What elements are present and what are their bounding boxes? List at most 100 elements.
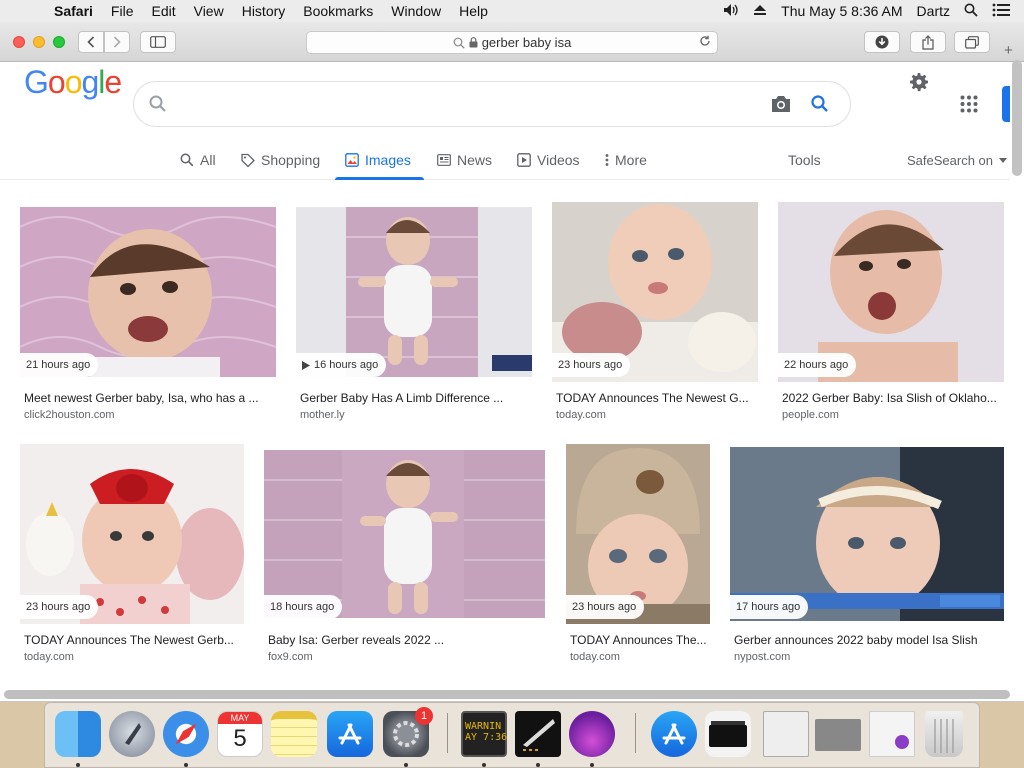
volume-icon[interactable]: [723, 3, 739, 20]
result-title[interactable]: Gerber announces 2022 baby model Isa Sli…: [734, 633, 1004, 647]
tab-more[interactable]: More: [605, 150, 647, 170]
menu-view[interactable]: View: [194, 3, 224, 19]
tabs-overview-button[interactable]: [954, 31, 990, 53]
sidebar-button[interactable]: [140, 31, 176, 53]
safari-window: gerber baby isa + Google All Shopping Im…: [0, 22, 1024, 702]
result-title[interactable]: TODAY Announces The...: [570, 633, 710, 647]
zoom-window-button[interactable]: [53, 36, 65, 48]
back-button[interactable]: [78, 31, 104, 53]
minimize-window-button[interactable]: [33, 36, 45, 48]
result-title[interactable]: TODAY Announces The Newest G...: [556, 391, 756, 405]
menu-window[interactable]: Window: [391, 3, 441, 19]
console-icon[interactable]: WARNIN AY 7:36: [461, 711, 507, 757]
menu-file[interactable]: File: [111, 3, 134, 19]
trash-icon[interactable]: [925, 711, 963, 757]
time-badge: 22 hours ago: [778, 353, 857, 377]
spotlight-icon[interactable]: [964, 3, 978, 20]
dock-separator: [447, 713, 448, 753]
dock-separator: [635, 713, 636, 753]
result-thumbnail[interactable]: [296, 207, 532, 377]
result-source[interactable]: today.com: [556, 409, 606, 421]
close-window-button[interactable]: [13, 36, 25, 48]
calendar-icon[interactable]: MAY 5: [217, 711, 263, 757]
result-source[interactable]: people.com: [782, 409, 839, 421]
newspaper-icon: [437, 154, 451, 166]
time-badge: 21 hours ago: [20, 353, 99, 377]
search-input[interactable]: [133, 81, 851, 127]
launchpad-icon[interactable]: [109, 711, 155, 757]
image-stack-icon[interactable]: [869, 711, 915, 757]
result-source[interactable]: today.com: [24, 651, 74, 663]
finder-icon[interactable]: [55, 711, 101, 757]
running-indicator: [536, 763, 540, 767]
menu-app-safari[interactable]: Safari: [54, 3, 93, 19]
result-source[interactable]: nypost.com: [734, 651, 790, 663]
result-title[interactable]: Gerber Baby Has A Limb Difference ...: [300, 391, 532, 405]
notes-icon[interactable]: [271, 711, 317, 757]
reload-icon[interactable]: [699, 35, 711, 50]
result-title[interactable]: TODAY Announces The Newest Gerb...: [24, 633, 244, 647]
user-name[interactable]: Dartz: [917, 3, 950, 19]
time-badge: 16 hours ago: [296, 353, 387, 377]
sign-in-button[interactable]: [1002, 86, 1010, 122]
tag-icon: [241, 153, 255, 167]
more-vertical-icon: [605, 154, 609, 166]
tab-videos[interactable]: Videos: [517, 150, 580, 170]
tabs-icon: [965, 35, 979, 49]
new-tab-plus-icon[interactable]: +: [1004, 42, 1013, 59]
running-indicator: [184, 763, 188, 767]
address-bar[interactable]: gerber baby isa: [306, 31, 718, 54]
notification-center-icon[interactable]: [992, 3, 1010, 20]
running-indicator: [76, 763, 80, 767]
tab-all[interactable]: All: [180, 150, 216, 170]
result-source[interactable]: fox9.com: [268, 651, 313, 663]
vertical-scrollbar[interactable]: [1012, 60, 1022, 176]
screenshot-stack-icon[interactable]: [815, 719, 861, 751]
script-editor-icon[interactable]: [515, 711, 561, 757]
result-source[interactable]: mother.ly: [300, 409, 345, 421]
tools-button[interactable]: Tools: [788, 150, 821, 170]
chevron-left-icon: [87, 36, 95, 48]
share-button[interactable]: [910, 31, 946, 53]
search-tabs: All Shopping Images News Videos More Too…: [0, 140, 1010, 180]
address-text: gerber baby isa: [481, 35, 572, 50]
google-logo[interactable]: Google: [24, 64, 122, 101]
result-thumbnail[interactable]: [264, 450, 545, 618]
share-icon: [922, 34, 934, 50]
menu-help[interactable]: Help: [459, 3, 488, 19]
menu-history[interactable]: History: [242, 3, 286, 19]
safari-icon[interactable]: [163, 711, 209, 757]
result-title[interactable]: 2022 Gerber Baby: Isa Slish of Oklaho...: [782, 391, 1002, 405]
horizontal-scrollbar[interactable]: [4, 690, 1010, 699]
eject-icon[interactable]: [753, 3, 767, 19]
document-stack-icon[interactable]: [763, 711, 809, 757]
google-apps-grid-icon[interactable]: [960, 95, 978, 113]
safesearch-toggle[interactable]: SafeSearch on: [907, 150, 1008, 170]
chevron-right-icon: [113, 36, 121, 48]
menu-bookmarks[interactable]: Bookmarks: [303, 3, 373, 19]
clock-text[interactable]: Thu May 5 8:36 AM: [781, 3, 902, 19]
active-tab-indicator: [335, 177, 424, 180]
installer-icon[interactable]: [569, 711, 615, 757]
app-store-icon[interactable]: [327, 711, 373, 757]
settings-gear-icon[interactable]: [907, 70, 931, 94]
app-store-download-icon[interactable]: [651, 711, 697, 757]
result-source[interactable]: click2houston.com: [24, 409, 115, 421]
result-title[interactable]: Meet newest Gerber baby, Isa, who has a …: [24, 391, 274, 405]
downloads-button[interactable]: [864, 31, 900, 53]
result-source[interactable]: today.com: [570, 651, 620, 663]
result-title[interactable]: Baby Isa: Gerber reveals 2022 ...: [268, 633, 544, 647]
notification-badge: 1: [415, 707, 433, 725]
tab-shopping[interactable]: Shopping: [241, 150, 320, 170]
forward-button[interactable]: [104, 31, 130, 53]
menu-edit[interactable]: Edit: [151, 3, 175, 19]
search-submit-icon[interactable]: [810, 94, 830, 114]
lock-icon: [469, 37, 478, 48]
tab-images[interactable]: Images: [345, 150, 411, 170]
folder-stack-icon[interactable]: [705, 711, 751, 757]
camera-icon[interactable]: [770, 94, 792, 114]
dock: MAY 5 1 WARNIN AY 7:36: [44, 702, 980, 768]
result-thumbnail[interactable]: [20, 207, 276, 377]
tab-news[interactable]: News: [437, 150, 492, 170]
search-icon: [453, 37, 465, 49]
